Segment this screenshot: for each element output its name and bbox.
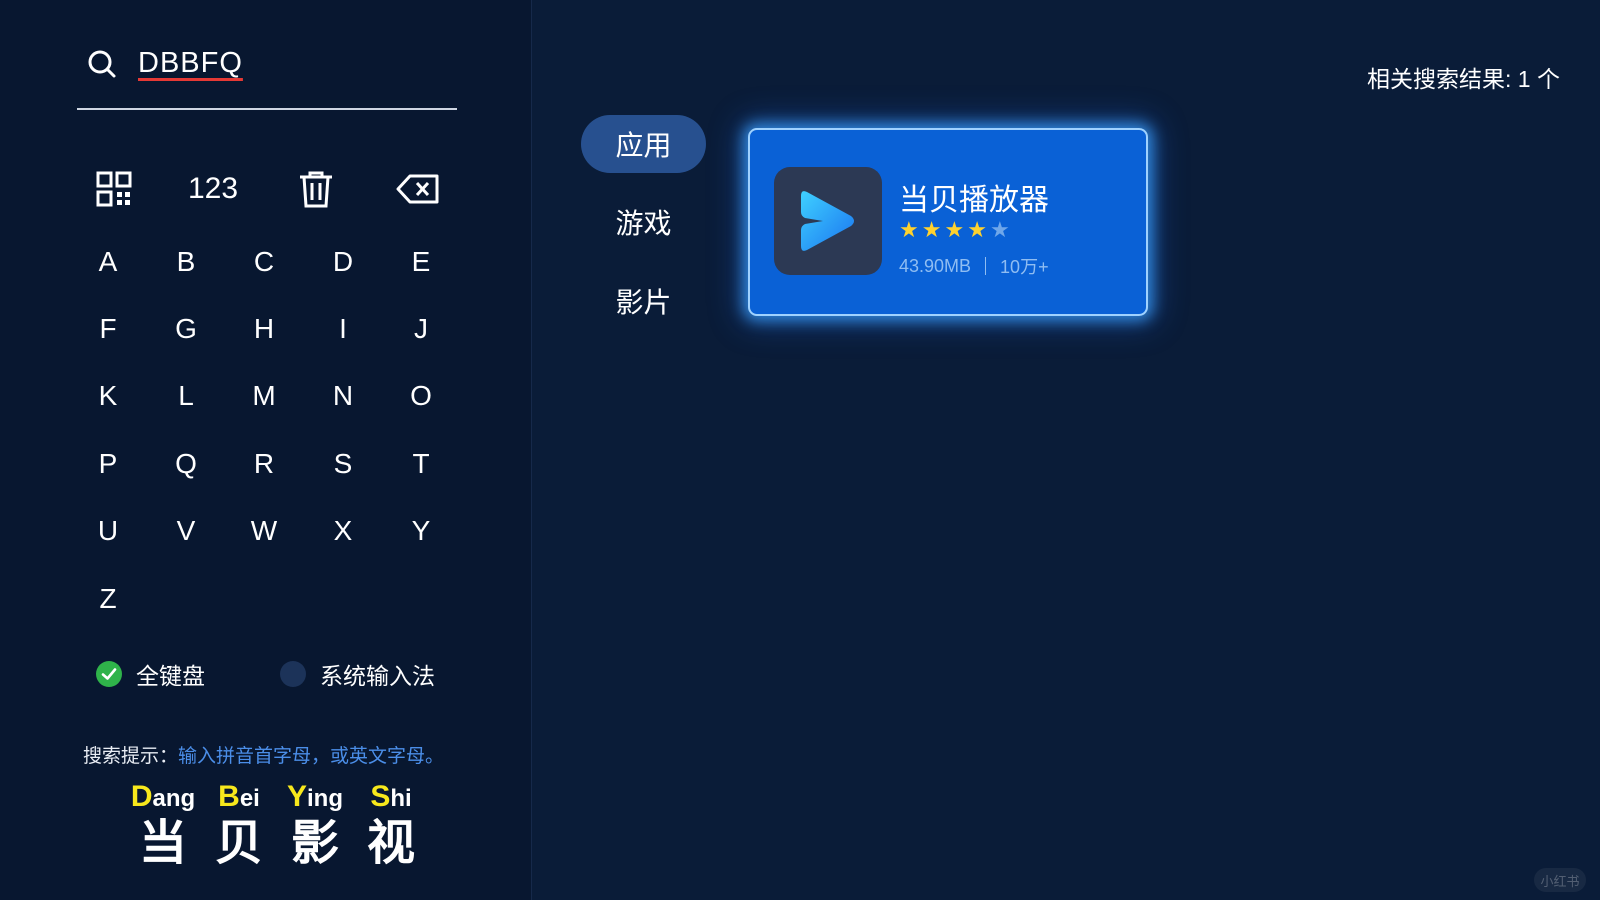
search-hint-label: 搜索提示： xyxy=(83,746,179,767)
key-i[interactable]: I xyxy=(303,299,383,359)
key-d[interactable]: D xyxy=(303,232,383,292)
pinyin-initial: B xyxy=(218,780,240,813)
app-meta: 43.90MB 10万+ xyxy=(899,253,1049,279)
pinyin-rest: ei xyxy=(239,785,260,812)
pinyin-rest: ing xyxy=(307,785,343,812)
search-hint-text: 输入拼音首字母，或英文字母。 xyxy=(178,746,445,767)
key-a[interactable]: A xyxy=(68,232,148,292)
search-icon xyxy=(88,50,116,78)
key-m[interactable]: M xyxy=(224,366,304,426)
backspace-icon xyxy=(396,174,439,204)
search-input[interactable]: DBBFQ xyxy=(138,47,243,80)
star-icon: ★ xyxy=(967,217,987,242)
backspace-button[interactable] xyxy=(383,162,453,216)
full-keyboard-option[interactable]: 全键盘 xyxy=(96,657,205,691)
pinyin-rest: ang xyxy=(152,785,196,812)
key-s[interactable]: S xyxy=(303,434,383,494)
search-bar[interactable]: DBBFQ xyxy=(77,40,457,110)
key-z[interactable]: Z xyxy=(68,569,148,629)
pinyin-initial: D xyxy=(130,780,153,813)
key-e[interactable]: E xyxy=(381,232,461,292)
pinyin-hanzi: 视 xyxy=(366,817,415,870)
key-g[interactable]: G xyxy=(146,299,226,359)
key-h[interactable]: H xyxy=(224,299,304,359)
app-result-card[interactable]: 当贝播放器 ★ ★ ★ ★ ★ 43.90MB 10万+ xyxy=(748,128,1148,316)
system-ime-option[interactable]: 系统输入法 xyxy=(280,657,435,691)
rating-stars: ★ ★ ★ ★ ★ xyxy=(899,219,1010,241)
play-logo-icon xyxy=(801,191,854,251)
check-icon xyxy=(101,668,117,680)
pinyin-initial: S xyxy=(370,780,391,813)
key-o[interactable]: O xyxy=(381,366,461,426)
keyboard-toolbar: 123 xyxy=(77,162,457,216)
key-j[interactable]: J xyxy=(381,299,461,359)
search-hint: 搜索提示：输入拼音首字母，或英文字母。 xyxy=(83,741,444,768)
key-w[interactable]: W xyxy=(224,501,304,561)
result-count: 相关搜索结果: 1 个 xyxy=(1367,66,1560,92)
key-c[interactable]: C xyxy=(224,232,304,292)
system-ime-label: 系统输入法 xyxy=(320,663,435,689)
app-size: 43.90MB xyxy=(899,255,972,276)
tab-games[interactable]: 游戏 xyxy=(581,193,706,251)
key-p[interactable]: P xyxy=(68,434,148,494)
key-r[interactable]: R xyxy=(224,434,304,494)
qr-code-button[interactable] xyxy=(79,162,149,216)
pinyin-rest: hi xyxy=(390,785,412,812)
key-y[interactable]: Y xyxy=(381,501,461,561)
app-name: 当贝播放器 xyxy=(899,184,1049,217)
pinyin-char: Shi 视 xyxy=(346,780,436,870)
app-icon xyxy=(774,167,882,275)
pinyin-initial: Y xyxy=(286,780,307,813)
key-b[interactable]: B xyxy=(146,232,226,292)
star-icon: ★ xyxy=(921,217,942,242)
key-q[interactable]: Q xyxy=(146,434,226,494)
key-t[interactable]: T xyxy=(381,434,461,494)
keyboard-panel: DBBFQ 123 A B C D E F G H I J K L M N O … xyxy=(0,0,532,900)
key-k[interactable]: K xyxy=(68,366,148,426)
key-x[interactable]: X xyxy=(303,501,383,561)
app-downloads: 10万+ xyxy=(1000,257,1049,277)
key-f[interactable]: F xyxy=(68,299,148,359)
key-l[interactable]: L xyxy=(146,366,226,426)
tab-movies[interactable]: 影片 xyxy=(581,272,706,330)
clear-button[interactable] xyxy=(281,162,351,216)
unchecked-radio-icon xyxy=(280,661,306,687)
checked-radio-icon xyxy=(96,661,122,687)
tab-apps[interactable]: 应用 xyxy=(581,115,706,173)
key-v[interactable]: V xyxy=(146,501,226,561)
meta-divider xyxy=(985,257,987,275)
key-n[interactable]: N xyxy=(303,366,383,426)
star-icon: ★ xyxy=(899,217,919,242)
full-keyboard-label: 全键盘 xyxy=(136,663,205,689)
star-icon: ★ xyxy=(989,217,1010,242)
trash-icon xyxy=(300,171,332,208)
star-icon: ★ xyxy=(944,217,965,242)
qr-code-icon xyxy=(96,171,132,207)
input-mode-selector: 全键盘 系统输入法 xyxy=(96,657,496,693)
pinyin-guide: Dang 当 Bei 贝 Ying 影 Shi 视 xyxy=(118,780,418,880)
numeric-keyboard-button[interactable]: 123 xyxy=(178,162,248,216)
watermark-logo: 小红书 xyxy=(1534,868,1586,892)
key-u[interactable]: U xyxy=(68,501,148,561)
